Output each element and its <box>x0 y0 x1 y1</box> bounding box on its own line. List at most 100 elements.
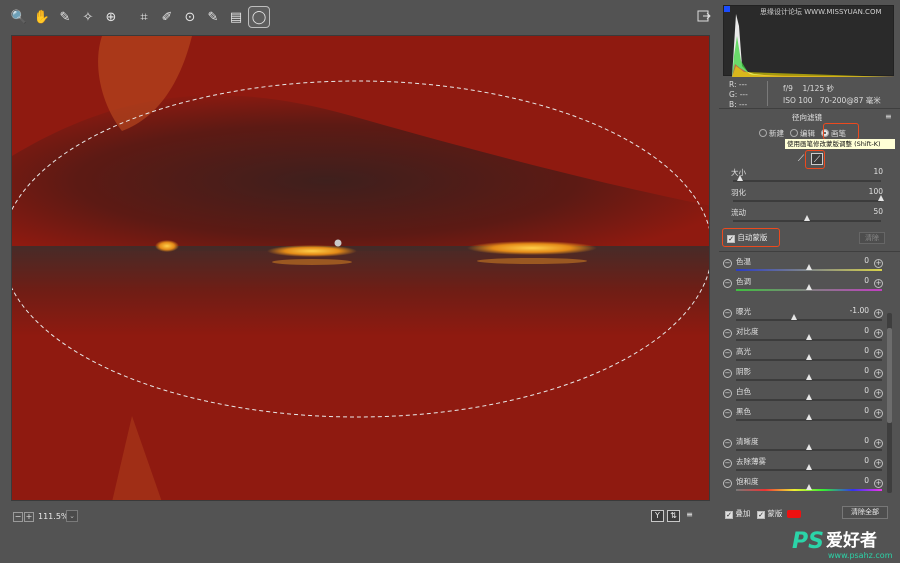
slider-thumb[interactable] <box>737 175 744 181</box>
increase-icon[interactable]: + <box>874 389 883 398</box>
brush-slider-1[interactable]: 羽化 100 <box>719 187 897 207</box>
adjust-thumb[interactable] <box>806 354 812 360</box>
slider-track[interactable] <box>733 180 881 182</box>
brush-mode-highlight <box>823 123 859 140</box>
adjust-track[interactable] <box>736 319 882 321</box>
increase-icon[interactable]: + <box>874 409 883 418</box>
view-settings-icon[interactable]: ≡ <box>683 510 696 522</box>
adjust-thumb[interactable] <box>806 334 812 340</box>
adjustment-brush-icon[interactable]: ✎ <box>202 6 224 28</box>
white-balance-icon[interactable]: ✎ <box>54 6 76 28</box>
adjust-value[interactable]: 0 <box>864 366 869 375</box>
adjust-value[interactable]: 0 <box>864 326 869 335</box>
zoom-in-button[interactable]: + <box>24 512 34 522</box>
zoom-dropdown[interactable]: ⌄ <box>66 510 78 522</box>
image-canvas[interactable] <box>11 35 710 501</box>
open-preferences-icon[interactable] <box>696 8 712 24</box>
increase-icon[interactable]: + <box>874 439 883 448</box>
increase-icon[interactable]: + <box>874 259 883 268</box>
zoom-tool-icon[interactable]: 🔍 <box>8 6 30 28</box>
panel-scrollbar[interactable] <box>887 313 892 493</box>
adjust-7[interactable]: − 黑色 0 + <box>719 406 897 426</box>
decrease-icon[interactable]: − <box>723 479 732 488</box>
decrease-icon[interactable]: − <box>723 309 732 318</box>
color-sampler-icon[interactable]: ✧ <box>77 6 99 28</box>
adjust-thumb[interactable] <box>806 414 812 420</box>
auto-mask-checkbox[interactable]: ✓ 自动蒙版 <box>727 232 767 243</box>
increase-icon[interactable]: + <box>874 459 883 468</box>
red-eye-icon[interactable]: ⊙ <box>179 6 201 28</box>
slider-track[interactable] <box>733 200 881 202</box>
adjust-value[interactable]: 0 <box>864 276 869 285</box>
overlay-checkbox[interactable]: ✓ 叠加 <box>725 508 750 519</box>
adjust-9[interactable]: − 去除薄雾 0 + <box>719 456 897 476</box>
increase-icon[interactable]: + <box>874 349 883 358</box>
increase-icon[interactable]: + <box>874 369 883 378</box>
adjust-value[interactable]: 0 <box>864 476 869 485</box>
decrease-icon[interactable]: − <box>723 439 732 448</box>
adjust-thumb[interactable] <box>806 484 812 490</box>
clear-button[interactable]: 清除 <box>859 232 885 244</box>
clear-all-button[interactable]: 清除全部 <box>842 506 888 519</box>
decrease-icon[interactable]: − <box>723 349 732 358</box>
mode-new[interactable]: 新建 <box>759 128 784 139</box>
adjust-thumb[interactable] <box>806 444 812 450</box>
adjust-thumb[interactable] <box>806 284 812 290</box>
adjust-value[interactable]: 0 <box>864 436 869 445</box>
slider-value[interactable]: 10 <box>873 167 883 176</box>
adjust-thumb[interactable] <box>806 374 812 380</box>
increase-icon[interactable]: + <box>874 479 883 488</box>
adjust-thumb[interactable] <box>806 464 812 470</box>
adjust-label: 高光 <box>736 347 751 356</box>
adjust-thumb[interactable] <box>806 394 812 400</box>
radial-filter-icon[interactable]: ◯ <box>248 6 270 28</box>
adjust-8[interactable]: − 清晰度 0 + <box>719 436 897 456</box>
spot-removal-icon[interactable]: ✐ <box>156 6 178 28</box>
adjust-thumb[interactable] <box>806 264 812 270</box>
crop-icon[interactable]: ⌗ <box>133 6 155 28</box>
adjust-value[interactable]: 0 <box>864 456 869 465</box>
adjust-1[interactable]: − 色调 0 + <box>719 276 897 296</box>
decrease-icon[interactable]: − <box>723 329 732 338</box>
adjust-6[interactable]: − 白色 0 + <box>719 386 897 406</box>
adjust-value[interactable]: 0 <box>864 386 869 395</box>
decrease-icon[interactable]: − <box>723 259 732 268</box>
mask-checkbox[interactable]: ✓ 蒙版 <box>757 508 782 519</box>
adjust-value[interactable]: 0 <box>864 406 869 415</box>
hand-tool-icon[interactable]: ✋ <box>31 6 53 28</box>
slider-value[interactable]: 50 <box>873 207 883 216</box>
adjust-0[interactable]: − 色温 0 + <box>719 256 897 276</box>
decrease-icon[interactable]: − <box>723 409 732 418</box>
svg-text:www.psahz.com: www.psahz.com <box>828 551 893 560</box>
decrease-icon[interactable]: − <box>723 369 732 378</box>
graduated-filter-icon[interactable]: ▤ <box>225 6 247 28</box>
decrease-icon[interactable]: − <box>723 459 732 468</box>
adjust-value[interactable]: 0 <box>864 256 869 265</box>
adjust-5[interactable]: − 阴影 0 + <box>719 366 897 386</box>
before-after-view-button[interactable]: Y <box>651 510 664 522</box>
mode-edit[interactable]: 编辑 <box>790 128 815 139</box>
panel-menu-icon[interactable]: ≡ <box>885 112 892 121</box>
increase-icon[interactable]: + <box>874 309 883 318</box>
brush-slider-0[interactable]: 大小 10 <box>719 167 897 187</box>
adjust-value[interactable]: -1.00 <box>850 306 869 315</box>
decrease-icon[interactable]: − <box>723 389 732 398</box>
swap-settings-button[interactable]: ⇅ <box>667 510 680 522</box>
brush-slider-2[interactable]: 流动 50 <box>719 207 897 227</box>
adjust-value[interactable]: 0 <box>864 346 869 355</box>
mask-color-swatch[interactable] <box>787 510 801 518</box>
adjust-3[interactable]: − 对比度 0 + <box>719 326 897 346</box>
status-bar: − + 111.5% ⌄ Y ⇅ ≡ <box>0 506 718 528</box>
adjust-10[interactable]: − 饱和度 0 + <box>719 476 897 496</box>
decrease-icon[interactable]: − <box>723 279 732 288</box>
increase-icon[interactable]: + <box>874 279 883 288</box>
zoom-out-button[interactable]: − <box>13 512 23 522</box>
adjust-2[interactable]: − 曝光 -1.00 + <box>719 306 897 326</box>
slider-thumb[interactable] <box>804 215 810 221</box>
panel-footer: ✓ 叠加 ✓ 蒙版 清除全部 <box>719 506 900 522</box>
adjust-thumb[interactable] <box>791 314 798 320</box>
increase-icon[interactable]: + <box>874 329 883 338</box>
slider-thumb[interactable] <box>878 195 884 201</box>
targeted-adjust-icon[interactable]: ⊕ <box>100 6 122 28</box>
adjust-4[interactable]: − 高光 0 + <box>719 346 897 366</box>
